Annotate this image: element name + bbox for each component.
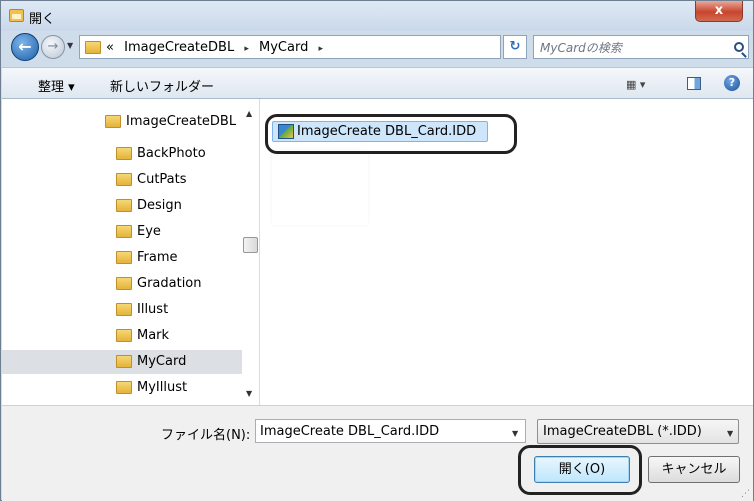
navigation-scrollbar[interactable]: ▲ ▼: [242, 99, 259, 405]
folder-icon: [116, 303, 132, 316]
forward-button[interactable]: →: [41, 35, 65, 59]
nav-item-label: Eye: [137, 224, 161, 239]
nav-item-mycard[interactable]: MyCard: [2, 350, 242, 374]
breadcrumb-item-mycard[interactable]: MyCard: [259, 40, 308, 55]
folder-open-icon: [9, 9, 24, 22]
breadcrumb: « ImageCreateDBL ▸ MyCard ▸: [106, 40, 329, 55]
search-icon[interactable]: [734, 42, 744, 52]
navigation-pane: ImageCreateDBL BackPhoto CutPats Design …: [2, 99, 260, 405]
folder-icon: [116, 199, 132, 212]
nav-item-mark[interactable]: Mark: [2, 324, 242, 348]
breadcrumb-item-imagecreatedbl[interactable]: ImageCreateDBL: [124, 40, 234, 55]
folder-icon: [116, 277, 132, 290]
close-button[interactable]: x: [695, 1, 743, 22]
filename-value[interactable]: ImageCreate DBL_Card.IDD: [260, 424, 439, 439]
folder-icon: [116, 381, 132, 394]
folder-icon: [116, 355, 132, 368]
nav-item-label: MyCard: [137, 354, 187, 369]
refresh-button[interactable]: ↻: [503, 35, 527, 59]
filename-label: ファイル名(N):: [161, 428, 251, 443]
resize-grip-icon[interactable]: ⋰: [741, 489, 750, 499]
recent-locations-dropdown-icon[interactable]: ▼: [67, 41, 73, 50]
scroll-thumb[interactable]: [243, 237, 258, 253]
nav-item-label: MyIllust: [137, 380, 188, 395]
nav-item-imagecreatedbl[interactable]: ImageCreateDBL: [2, 110, 242, 134]
nav-item-frame[interactable]: Frame: [2, 246, 242, 270]
file-type-value: ImageCreateDBL (*.IDD): [543, 424, 702, 439]
search-input[interactable]: [540, 39, 720, 56]
nav-item-illust[interactable]: Illust: [2, 298, 242, 322]
nav-item-gradation[interactable]: Gradation: [2, 272, 242, 296]
command-toolbar: 整理 ▾ 新しいフォルダー ▦ ▾ ?: [2, 67, 753, 99]
address-bar[interactable]: « ImageCreateDBL ▸ MyCard ▸ ▼: [79, 35, 574, 59]
file-type-select[interactable]: ImageCreateDBL (*.IDD) ▼: [537, 419, 739, 444]
folder-icon: [85, 41, 101, 54]
nav-item-label: CutPats: [137, 172, 187, 187]
highlight-callout-open: [518, 445, 642, 495]
folder-icon: [116, 173, 132, 186]
nav-item-label: Illust: [137, 302, 169, 317]
filename-field[interactable]: ImageCreate DBL_Card.IDD ▼: [255, 419, 526, 443]
cancel-button[interactable]: キャンセル: [648, 456, 740, 483]
nav-item-label: ImageCreateDBL: [126, 114, 237, 129]
tooltip-blank: [272, 150, 368, 225]
nav-item-label: Design: [137, 198, 182, 213]
nav-item-myillust[interactable]: MyIllust: [2, 376, 242, 400]
title-bar: 開く x: [1, 1, 753, 31]
breadcrumb-separator-icon[interactable]: ▸: [318, 44, 323, 54]
help-icon[interactable]: ?: [724, 75, 740, 91]
folder-icon: [116, 225, 132, 238]
nav-item-eye[interactable]: Eye: [2, 220, 242, 244]
back-button[interactable]: ←: [11, 33, 39, 61]
open-file-dialog: 開く x ← → ▼ « ImageCreateDBL ▸ MyCard ▸ ▼…: [0, 0, 754, 501]
folder-icon: [116, 251, 132, 264]
breadcrumb-overflow[interactable]: «: [106, 40, 114, 55]
organize-menu[interactable]: 整理 ▾: [38, 76, 75, 95]
file-type-dropdown-icon[interactable]: ▼: [727, 429, 733, 438]
nav-item-design[interactable]: Design: [2, 194, 242, 218]
folder-icon: [116, 147, 132, 160]
preview-pane-icon[interactable]: [687, 77, 701, 90]
nav-item-label: Gradation: [137, 276, 202, 291]
scroll-up-icon[interactable]: ▲: [246, 109, 252, 118]
folder-icon: [105, 115, 121, 128]
breadcrumb-separator-icon[interactable]: ▸: [244, 44, 249, 54]
window-title: 開く: [29, 12, 56, 27]
nav-item-label: Mark: [137, 328, 170, 343]
highlight-callout-file: [265, 114, 517, 154]
new-folder-button[interactable]: 新しいフォルダー: [110, 76, 214, 95]
change-view-icon[interactable]: ▦ ▾: [626, 78, 645, 91]
scroll-down-icon[interactable]: ▼: [246, 389, 252, 398]
filename-dropdown-icon[interactable]: ▼: [512, 429, 518, 438]
nav-item-label: BackPhoto: [137, 146, 206, 161]
folder-icon: [116, 329, 132, 342]
nav-item-label: Frame: [137, 250, 178, 265]
nav-item-cutpats[interactable]: CutPats: [2, 168, 242, 192]
nav-item-backphoto[interactable]: BackPhoto: [2, 142, 242, 166]
address-row: ← → ▼ « ImageCreateDBL ▸ MyCard ▸ ▼ ↻: [1, 31, 753, 63]
search-box: [533, 35, 749, 59]
